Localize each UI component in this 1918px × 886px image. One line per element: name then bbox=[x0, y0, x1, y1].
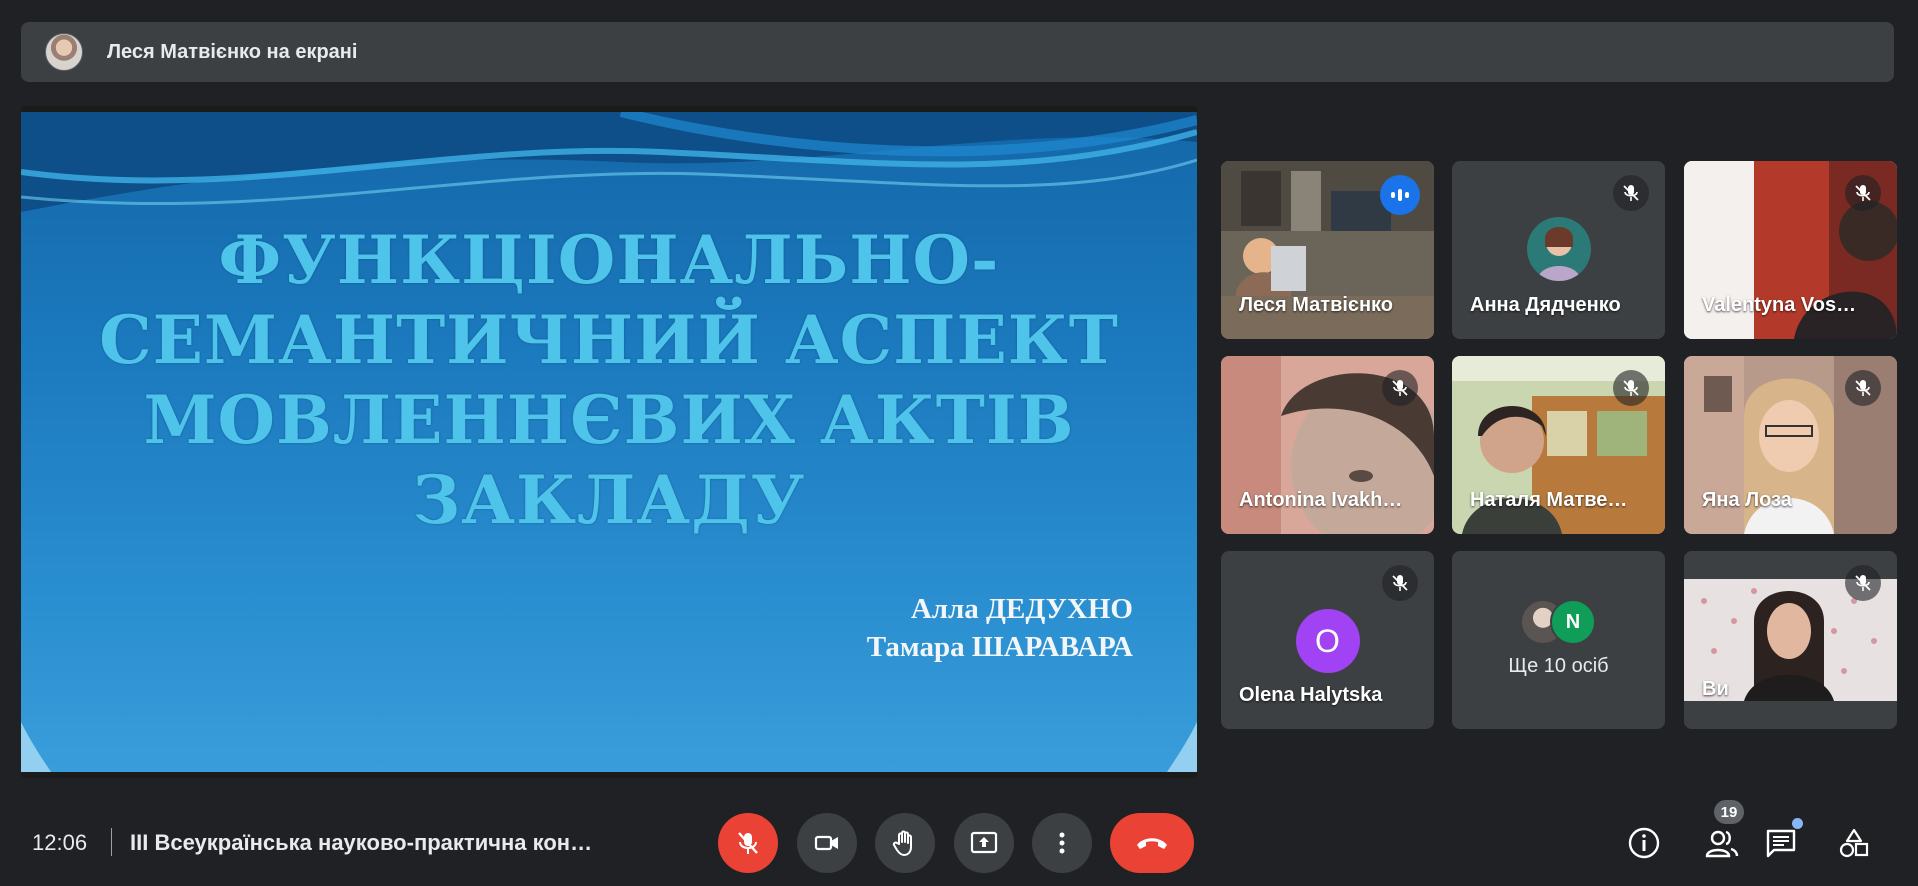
present-now-button[interactable] bbox=[954, 813, 1014, 873]
participant-tile[interactable]: Antonina Ivakh… bbox=[1221, 356, 1434, 534]
shared-screen[interactable]: ФУНКЦІОНАЛЬНО- СЕМАНТИЧНИЙ АСПЕКТ МОВЛЕН… bbox=[21, 106, 1197, 778]
toggle-camera-button[interactable] bbox=[797, 813, 857, 873]
more-options-button[interactable] bbox=[1032, 813, 1092, 873]
mic-off-icon bbox=[1845, 370, 1881, 406]
presenter-banner-text: Леся Матвієнко на екрані bbox=[107, 40, 358, 63]
more-options-icon bbox=[1059, 832, 1065, 854]
show-everyone-button[interactable] bbox=[1701, 822, 1743, 864]
slide-title-line: ФУНКЦІОНАЛЬНО- bbox=[218, 221, 1000, 299]
more-participants-label: Ще 10 осіб bbox=[1508, 655, 1609, 677]
participant-name: Valentyna Vos… bbox=[1702, 294, 1857, 316]
raise-hand-icon bbox=[892, 830, 912, 856]
meeting-details-button[interactable] bbox=[1623, 822, 1665, 864]
activities-icon bbox=[1839, 828, 1869, 858]
chat-icon bbox=[1766, 829, 1796, 858]
end-call-icon bbox=[1137, 838, 1167, 849]
participant-avatar: N bbox=[1550, 599, 1596, 645]
divider bbox=[111, 828, 112, 856]
bottom-control-bar: 12:06 III Всеукраїнська науково-практичн… bbox=[0, 800, 1918, 886]
participant-avatar: O bbox=[1295, 609, 1360, 673]
present-icon bbox=[970, 831, 998, 854]
self-view-tile[interactable]: Ви bbox=[1684, 551, 1897, 729]
participant-count-badge: 19 bbox=[1714, 800, 1744, 824]
participant-name: Antonina Ivakh… bbox=[1239, 489, 1403, 511]
mic-off-icon bbox=[1613, 175, 1649, 211]
participant-tile[interactable]: O Olena Halytska bbox=[1221, 551, 1434, 729]
participant-tile[interactable]: Valentyna Vos… bbox=[1684, 161, 1897, 339]
toggle-mic-button[interactable] bbox=[718, 813, 778, 873]
participant-tile[interactable]: Леся Матвієнко bbox=[1221, 161, 1434, 339]
new-message-dot bbox=[1792, 818, 1803, 829]
participant-name: Яна Лоза bbox=[1702, 489, 1792, 511]
slide-author: Алла ДЕДУХНО bbox=[910, 593, 1133, 625]
people-icon bbox=[1705, 830, 1739, 858]
slide-corner-decoration bbox=[21, 722, 51, 772]
mic-off-icon bbox=[1845, 175, 1881, 211]
slide-authors: Алла ДЕДУХНО Тамара ШАРАВАРА bbox=[867, 590, 1133, 666]
participant-name: Леся Матвієнко bbox=[1239, 294, 1394, 316]
info-icon bbox=[1628, 827, 1660, 859]
slide-title-line: ЗАКЛАДУ bbox=[412, 461, 806, 539]
camera-icon bbox=[814, 835, 838, 851]
slide-corner-decoration bbox=[1167, 722, 1197, 772]
more-participants-avatars: N bbox=[1520, 599, 1610, 645]
mic-off-icon bbox=[1382, 565, 1418, 601]
mic-off-icon bbox=[1613, 370, 1649, 406]
participant-name: Ви bbox=[1702, 678, 1729, 700]
activities-button[interactable] bbox=[1833, 822, 1875, 864]
participant-avatar bbox=[1526, 217, 1591, 281]
slide-title-line: СЕМАНТИЧНИЙ АСПЕКТ bbox=[99, 301, 1119, 379]
raise-hand-button[interactable] bbox=[875, 813, 935, 873]
slide-title-line: МОВЛЕННЄВИХ АКТІВ bbox=[143, 381, 1075, 459]
leave-call-button[interactable] bbox=[1110, 813, 1194, 873]
participant-tile[interactable]: Наталя Матве… bbox=[1452, 356, 1665, 534]
participant-name: Olena Halytska bbox=[1239, 684, 1383, 706]
participant-tile[interactable]: Яна Лоза bbox=[1684, 356, 1897, 534]
mic-off-icon bbox=[1845, 565, 1881, 601]
participant-name: Анна Дядченко bbox=[1470, 294, 1621, 316]
participant-tile[interactable]: Анна Дядченко bbox=[1452, 161, 1665, 339]
meeting-title: III Всеукраїнська науково-практична кон… bbox=[130, 830, 593, 855]
presenter-avatar bbox=[45, 33, 83, 71]
slide-author: Тамара ШАРАВАРА bbox=[866, 631, 1133, 663]
presentation-slide: ФУНКЦІОНАЛЬНО- СЕМАНТИЧНИЙ АСПЕКТ МОВЛЕН… bbox=[21, 112, 1197, 772]
mic-off-icon bbox=[738, 832, 758, 854]
slide-title: ФУНКЦІОНАЛЬНО- СЕМАНТИЧНИЙ АСПЕКТ МОВЛЕН… bbox=[81, 220, 1137, 540]
more-participants-tile[interactable]: N Ще 10 осіб bbox=[1452, 551, 1665, 729]
mic-off-icon bbox=[1382, 370, 1418, 406]
participant-name: Наталя Матве… bbox=[1470, 489, 1628, 511]
clock: 12:06 bbox=[32, 830, 88, 855]
presenting-banner: Леся Матвієнко на екрані bbox=[21, 22, 1894, 82]
speaking-indicator-icon bbox=[1380, 175, 1420, 215]
